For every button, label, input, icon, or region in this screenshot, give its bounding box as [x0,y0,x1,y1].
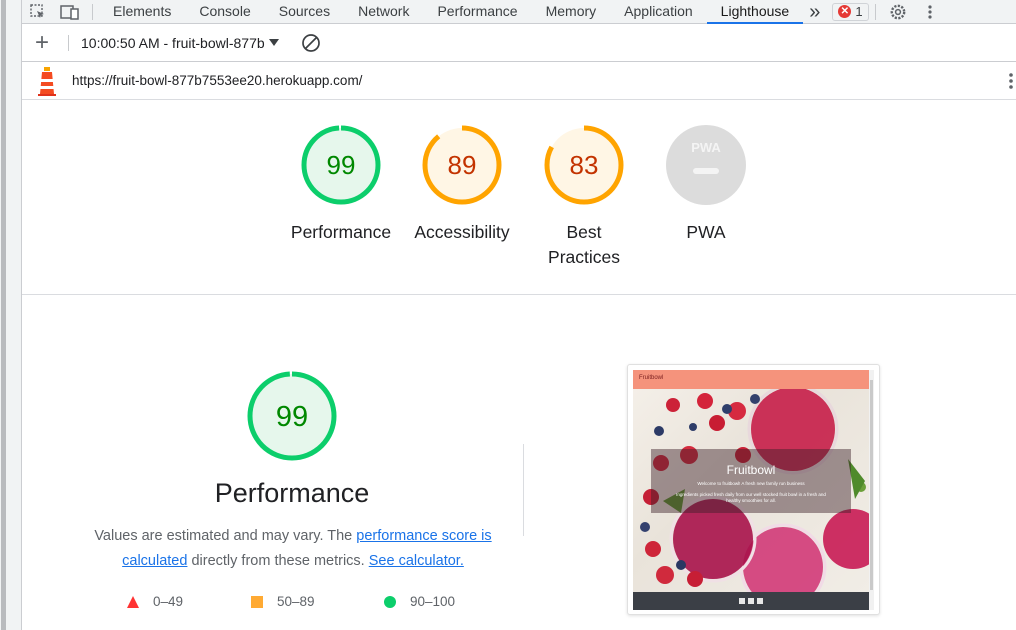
error-count: 1 [855,4,863,19]
toolbar-separator [68,34,69,51]
tab-separator [874,3,876,20]
tab-sources[interactable]: Sources [265,0,344,24]
category-gauges: 99 Performance 89 Accessibility 83 Best … [22,124,1016,274]
performance-score: 99 [276,401,308,433]
gauge-label: Best Practices [548,222,620,267]
left-scrollbar[interactable] [1,0,6,630]
tab-network[interactable]: Network [344,0,423,24]
gauge-score: 99 [327,150,356,180]
new-report-button[interactable]: + [22,30,62,55]
legend-range: 50–89 [277,594,315,609]
legend-item-fail: 0–49 [127,594,183,609]
twitter-icon [748,598,754,604]
instagram-icon [757,598,763,604]
pwa-badge-text: PWA [691,140,721,155]
more-tabs-chevron-icon[interactable]: » [803,1,826,23]
performance-score-ring: 99 [247,371,337,461]
device-toolbar-icon[interactable] [54,0,86,24]
more-options-icon[interactable] [914,0,946,24]
lighthouse-toolbar: + 10:00:50 AM - fruit-bowl-877b [22,24,1016,62]
legend-item-pass: 90–100 [384,594,455,609]
facebook-icon [739,598,745,604]
gauge-best-practices-ring: 83 [544,125,624,205]
tab-separator [92,3,93,20]
hero-title: Fruitbowl [726,463,776,477]
tab-elements[interactable]: Elements [99,0,185,24]
dropdown-arrow-icon [268,38,279,46]
screenshot-scrollbar [869,370,874,610]
site-header: Fruitbowl [633,370,869,389]
see-calculator-link[interactable]: See calculator. [369,553,464,569]
gauge-accessibility[interactable]: 89 Accessibility [407,124,517,245]
gauge-label: PWA [686,222,726,242]
final-screenshot-thumbnail[interactable]: Fruitbowl Fruitbowl Welcome to fruitbowl… [627,364,880,615]
settings-gear-icon[interactable] [882,0,914,24]
site-hero-image: Fruitbowl Welcome to fruitbowl! A fresh … [633,389,869,592]
report-select-value: 10:00:50 AM - fruit-bowl-877b [81,34,265,51]
pass-circle-icon [384,595,396,608]
tab-performance[interactable]: Performance [423,0,531,24]
report-select[interactable]: 10:00:50 AM - fruit-bowl-877b [75,35,279,51]
section-divider [22,294,1016,295]
legend-item-average: 50–89 [251,594,315,609]
pwa-badge-icon: PWA [666,125,746,205]
score-legend: 0–49 50–89 90–100 [120,594,520,616]
report-url-bar: https://fruit-bowl-877b7553ee20.herokuap… [22,62,1016,100]
inspect-element-icon[interactable] [22,0,54,24]
performance-score-gauge: 99 [22,370,562,462]
performance-title: Performance [214,478,370,508]
average-square-icon [251,595,263,608]
error-counter-button[interactable]: ✕ 1 [832,2,869,21]
performance-description: Values are estimated and may vary. The p… [62,524,524,574]
tab-memory[interactable]: Memory [532,0,611,24]
screenshot-image: Fruitbowl Fruitbowl Welcome to fruitbowl… [633,370,874,610]
description-text: directly from these metrics. [187,553,369,569]
gauge-performance[interactable]: 99 Performance [286,124,396,245]
gauge-label: Performance [290,222,392,242]
tab-console[interactable]: Console [185,0,264,24]
site-footer [633,592,869,610]
url-more-options-icon[interactable] [1008,72,1014,90]
clear-reports-icon[interactable] [301,33,321,53]
fail-triangle-icon [127,595,139,608]
gauge-accessibility-ring: 89 [422,125,502,205]
gauge-score: 83 [570,150,599,180]
gauge-performance-ring: 99 [301,125,381,205]
hero-subtitle: Welcome to fruitbowl! A fresh new family… [673,481,829,504]
gauge-pwa[interactable]: PWA PWA [651,124,761,245]
report-url: https://fruit-bowl-877b7553ee20.herokuap… [72,73,363,88]
lighthouse-logo-icon [22,66,72,96]
tab-application[interactable]: Application [610,0,707,24]
legend-range: 0–49 [153,594,184,609]
description-text: Values are estimated and may vary. The [94,528,357,544]
gauge-score: 89 [448,150,477,180]
hero-sub-line: Welcome to fruitbowl! A fresh new family… [697,481,805,486]
tab-lighthouse[interactable]: Lighthouse [706,0,804,24]
gauge-label: Accessibility [414,222,510,242]
gauge-best-practices[interactable]: 83 Best Practices [529,124,639,270]
devtools-tabbar: Elements Console Sources Network Perform… [22,0,1016,24]
left-panel-strip [0,0,22,630]
hero-sub-line: Ingredients picked fresh daily from our … [676,492,826,503]
error-icon: ✕ [838,5,852,18]
vertical-separator [523,444,524,536]
legend-range: 90–100 [410,594,456,609]
